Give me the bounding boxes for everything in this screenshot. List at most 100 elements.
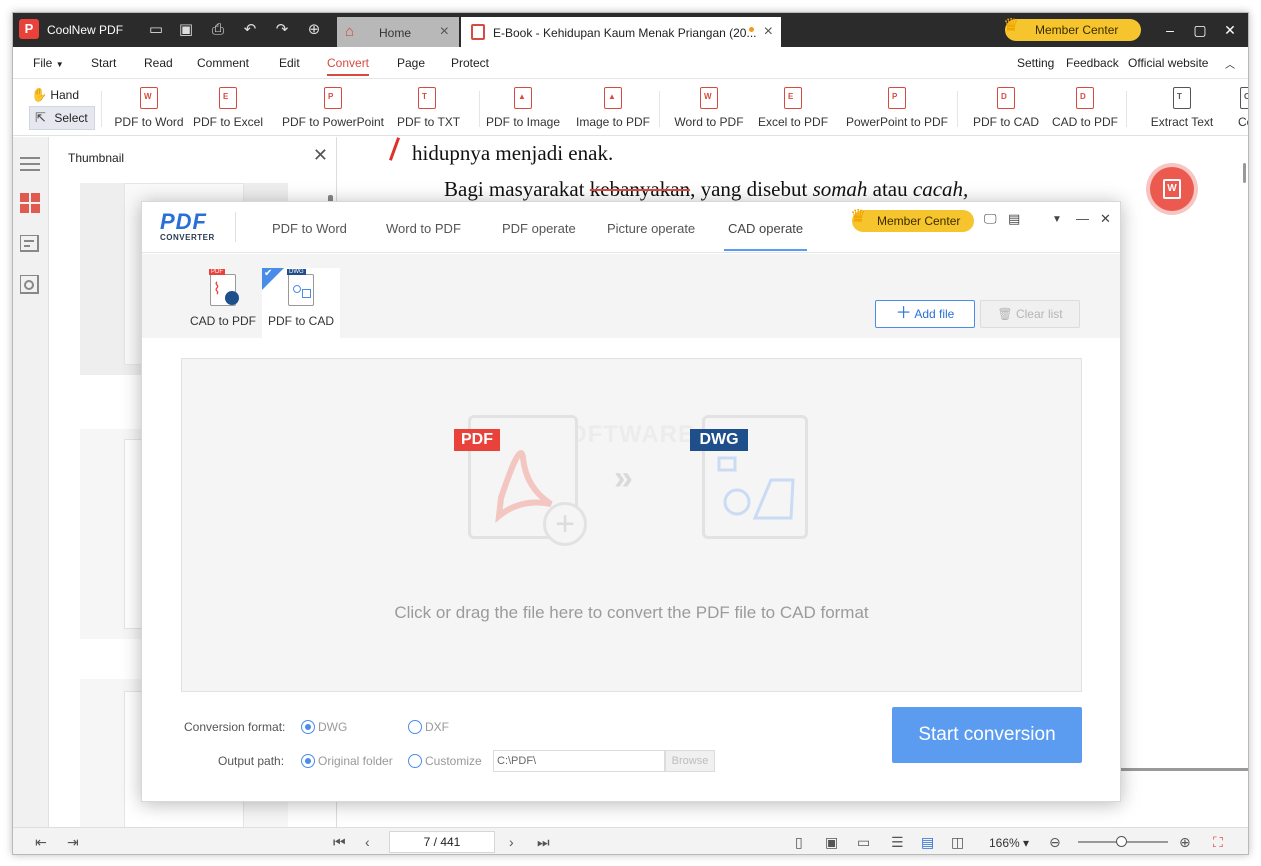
first-page-icon[interactable]: ⏮	[333, 834, 346, 851]
hand-tool[interactable]: ✋ Hand	[31, 87, 79, 103]
undo-icon[interactable]: ↶	[239, 19, 261, 41]
menu-comment[interactable]: Comment	[197, 56, 249, 70]
next-page-icon[interactable]: ›	[509, 834, 514, 850]
close-thumbnail-icon[interactable]: ✕	[313, 145, 328, 166]
collapse-ribbon-icon[interactable]: ︿	[1225, 56, 1235, 71]
convert-to-word-floating-button[interactable]: W	[1150, 167, 1194, 211]
menu-setting[interactable]: Setting	[1017, 56, 1054, 70]
ribbon-btn-cad-to-pdf[interactable]: D CAD to PDF	[1050, 87, 1120, 133]
upload-icon[interactable]: ⊕	[303, 19, 325, 41]
menu-protect[interactable]: Protect	[451, 56, 489, 70]
format-dxf-radio[interactable]	[408, 720, 422, 734]
menu-page[interactable]: Page	[397, 56, 425, 70]
ribbon-btn-word-to-pdf[interactable]: W Word to PDF	[674, 87, 744, 133]
pdf-to-cad-icon: D	[997, 87, 1015, 109]
output-path-input[interactable]: C:\PDF\	[493, 750, 665, 772]
zoom-slider-knob[interactable]	[1116, 836, 1127, 847]
close-tab-home-icon[interactable]: ×	[440, 23, 449, 41]
ribbon-btn-pdf-to-cad[interactable]: D PDF to CAD	[971, 87, 1041, 133]
tab-document[interactable]: E-Book - Kehidupan Kaum Menak Priangan (…	[461, 17, 781, 47]
close-tab-document-icon[interactable]: ×	[764, 23, 773, 41]
con-icon: C	[1240, 87, 1248, 109]
annotation-icon[interactable]	[19, 234, 40, 255]
ribbon-btn-pdf-to-txt[interactable]: T PDF to TXT	[397, 87, 460, 133]
print-icon[interactable]: ⎙	[207, 19, 229, 41]
zoom-in-icon[interactable]: ⊕	[1179, 834, 1191, 851]
save-icon[interactable]: ▣	[175, 19, 197, 41]
dialog-minimize-icon[interactable]: —	[1076, 211, 1089, 226]
minimize-icon[interactable]: –	[1155, 19, 1185, 41]
two-page-icon[interactable]: ◫	[951, 834, 964, 851]
ribbon-btn-extract-text[interactable]: T Extract Text	[1147, 87, 1217, 133]
ribbon-btn-con[interactable]: C Con	[1229, 87, 1248, 133]
browse-button[interactable]: Browse	[665, 750, 715, 772]
menu-read[interactable]: Read	[144, 56, 173, 70]
subtab-cad-to-pdf[interactable]: PDF ⌇ CAD to PDF	[184, 268, 262, 338]
add-file-button[interactable]: ＋ Add file	[875, 300, 975, 328]
vertical-scrollbar-thumb[interactable]	[1243, 163, 1246, 183]
tab-home[interactable]: ⌂ Home ×	[337, 17, 459, 47]
app-name: CoolNew PDF	[47, 23, 124, 37]
ribbon-btn-label: Extract Text	[1150, 115, 1214, 129]
prev-page-icon[interactable]: ‹	[365, 834, 370, 850]
dialog-close-icon[interactable]: ✕	[1100, 211, 1111, 227]
start-conversion-button[interactable]: Start conversion	[892, 707, 1082, 763]
menu-edit[interactable]: Edit	[279, 56, 300, 70]
member-center-label: Member Center	[1035, 23, 1119, 37]
page-number-input[interactable]: 7 / 441	[389, 831, 495, 853]
maximize-icon[interactable]: ▢	[1185, 19, 1215, 41]
prev-panel-icon[interactable]: ⇤	[35, 834, 47, 851]
menu-start[interactable]: Start	[91, 56, 116, 70]
path-original-radio[interactable]	[301, 754, 315, 768]
unsaved-dot	[749, 27, 754, 32]
select-tool[interactable]: ⇱ Select	[35, 110, 88, 126]
file-drop-zone[interactable]: THESOFTWARE.SHOP + PDF » DWG Click or dr…	[181, 358, 1082, 692]
tab-cad-operate[interactable]: CAD operate	[723, 221, 808, 251]
member-center-button[interactable]: ♛ Member Center	[1003, 15, 1141, 41]
ribbon-btn-pdf-to-word[interactable]: W PDF to Word	[109, 87, 189, 133]
menu-feedback[interactable]: Feedback	[1066, 56, 1119, 70]
ribbon-btn-pdf-to-excel[interactable]: E PDF to Excel	[193, 87, 263, 133]
tab-pdf-to-word[interactable]: PDF to Word	[272, 221, 347, 236]
fit-width-icon[interactable]: ▭	[857, 834, 870, 851]
format-dwg-radio[interactable]	[301, 720, 315, 734]
tab-picture-operate[interactable]: Picture operate	[607, 221, 695, 236]
continuous-view-icon[interactable]: ☰	[891, 834, 904, 851]
redo-icon[interactable]: ↷	[271, 19, 293, 41]
message-icon[interactable]: ▤	[1008, 211, 1020, 227]
ribbon-btn-pdf-to-image[interactable]: ▲ PDF to Image	[483, 87, 563, 133]
menu-official-website[interactable]: Official website	[1128, 56, 1208, 70]
ribbon-btn-label: Con	[1237, 115, 1248, 129]
bookmark-list-icon[interactable]	[20, 155, 40, 175]
close-window-icon[interactable]: ✕	[1215, 19, 1245, 41]
word-icon: W	[1163, 179, 1181, 199]
dropdown-menu-icon[interactable]: ▼	[1052, 214, 1062, 225]
ribbon-btn-excel-to-pdf[interactable]: E Excel to PDF	[758, 87, 828, 133]
hand-label: Hand	[50, 88, 80, 102]
search-panel-icon[interactable]	[19, 274, 40, 295]
next-panel-icon[interactable]: ⇥	[67, 834, 79, 851]
clear-list-button[interactable]: 🗑 Clear list	[980, 300, 1080, 328]
converter-member-center-button[interactable]: ♛ Member Center	[850, 206, 974, 232]
fit-page-icon[interactable]: ▣	[825, 834, 838, 851]
single-page-icon[interactable]: ▤	[921, 834, 934, 851]
ribbon-btn-pdf-to-powerpoint[interactable]: P PDF to PowerPoint	[278, 87, 388, 133]
tab-pdf-operate[interactable]: PDF operate	[502, 221, 576, 236]
actual-size-icon[interactable]: ▯	[795, 834, 803, 851]
fullscreen-icon[interactable]: ⛶	[1213, 834, 1223, 851]
add-circle-icon: +	[543, 502, 587, 546]
icon-glyph: P	[892, 92, 898, 101]
open-folder-icon[interactable]: ▭	[145, 19, 167, 41]
menu-convert[interactable]: Convert	[327, 56, 370, 76]
zoom-out-icon[interactable]: ⊖	[1049, 834, 1061, 851]
subtab-pdf-to-cad[interactable]: ✔ DWG PDF to CAD	[262, 268, 340, 338]
ribbon-btn-image-to-pdf[interactable]: ▲ Image to PDF	[573, 87, 653, 133]
last-page-icon[interactable]: ⏭	[537, 834, 550, 851]
thumbnail-grid-icon[interactable]	[20, 193, 40, 213]
menu-file[interactable]: File ▼	[33, 56, 64, 70]
ribbon-btn-powerpoint-to-pdf[interactable]: P PowerPoint to PDF	[842, 87, 952, 133]
zoom-level[interactable]: 166% ▾	[989, 836, 1029, 850]
monitor-icon[interactable]: 🖵	[984, 211, 997, 227]
path-customize-radio[interactable]	[408, 754, 422, 768]
tab-word-to-pdf[interactable]: Word to PDF	[386, 221, 461, 236]
